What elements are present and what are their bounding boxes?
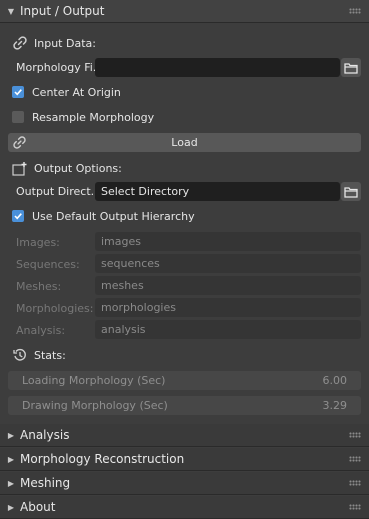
output-directory-label: Output Direct.. [16, 185, 98, 198]
load-button-label: Load [171, 136, 198, 149]
link-icon [10, 36, 30, 50]
output-options-section: Output Options: [10, 159, 369, 177]
link-icon [13, 136, 26, 152]
folder-icon [344, 186, 358, 198]
output-add-icon [10, 161, 30, 176]
morphologies-field: morphologies [95, 298, 361, 317]
sequences-field: sequences [95, 254, 361, 273]
output-options-label: Output Options: [34, 161, 122, 175]
resample-morphology-checkbox[interactable] [12, 111, 24, 123]
default-hierarchy-label: Use Default Output Hierarchy [32, 209, 195, 223]
input-data-section: Input Data: [10, 34, 369, 52]
sequences-label: Sequences: [16, 258, 80, 271]
images-label: Images: [16, 236, 60, 249]
panel-title: Meshing [20, 476, 71, 490]
images-field: images [95, 232, 361, 251]
checkmark-icon [14, 89, 22, 96]
morphology-folder-button[interactable] [341, 58, 361, 77]
loading-time-stat: Loading Morphology (Sec) 6.00 [8, 371, 361, 390]
meshes-field: meshes [95, 276, 361, 295]
morphology-file-label: Morphology Fi.. [16, 61, 100, 74]
panel-header-about[interactable]: ▶ About [0, 496, 369, 519]
drawing-time-value: 3.29 [322, 399, 348, 412]
morphology-file-input[interactable] [95, 58, 340, 77]
drag-grip-icon[interactable] [349, 504, 361, 510]
checkmark-icon [14, 213, 22, 220]
drawing-time-stat: Drawing Morphology (Sec) 3.29 [8, 396, 361, 415]
default-hierarchy-checkbox[interactable] [12, 210, 24, 222]
output-folder-button[interactable] [341, 182, 361, 201]
triangle-right-icon: ▶ [7, 430, 15, 440]
panel-title: About [20, 500, 56, 514]
analysis-label: Analysis: [16, 324, 66, 337]
loading-time-label: Loading Morphology (Sec) [22, 374, 166, 387]
input-data-label: Input Data: [34, 36, 96, 50]
resample-morphology-label: Resample Morphology [32, 110, 155, 124]
center-at-origin-row[interactable]: Center At Origin [0, 85, 369, 99]
clock-icon [10, 348, 30, 362]
drag-grip-icon[interactable] [349, 8, 361, 14]
center-at-origin-label: Center At Origin [32, 85, 121, 99]
drag-grip-icon[interactable] [349, 480, 361, 486]
loading-time-value: 6.00 [322, 374, 348, 387]
drawing-time-label: Drawing Morphology (Sec) [22, 399, 168, 412]
panel-header-input-output[interactable]: ▼ Input / Output [0, 0, 369, 23]
panel-header-morphology-reconstruction[interactable]: ▶ Morphology Reconstruction [0, 448, 369, 471]
resample-morphology-row[interactable]: Resample Morphology [0, 110, 369, 124]
morphologies-label: Morphologies: [16, 302, 94, 315]
panel-header-meshing[interactable]: ▶ Meshing [0, 472, 369, 495]
drag-grip-icon[interactable] [349, 456, 361, 462]
panel-title: Analysis [20, 428, 70, 442]
default-hierarchy-row[interactable]: Use Default Output Hierarchy [0, 209, 369, 223]
panel-title: Input / Output [20, 4, 105, 18]
center-at-origin-checkbox[interactable] [12, 86, 24, 98]
triangle-right-icon: ▶ [7, 454, 15, 464]
panel-header-analysis[interactable]: ▶ Analysis [0, 424, 369, 447]
analysis-field: analysis [95, 320, 361, 339]
panel-title: Morphology Reconstruction [20, 452, 185, 466]
load-button[interactable]: Load [8, 133, 361, 152]
meshes-label: Meshes: [16, 280, 62, 293]
stats-label: Stats: [34, 348, 66, 362]
triangle-right-icon: ▶ [7, 478, 15, 488]
folder-icon [344, 62, 358, 74]
triangle-right-icon: ▶ [7, 502, 15, 512]
drag-grip-icon[interactable] [349, 432, 361, 438]
stats-section: Stats: [10, 346, 369, 364]
triangle-down-icon: ▼ [7, 6, 15, 16]
output-directory-input[interactable]: Select Directory [95, 182, 340, 201]
